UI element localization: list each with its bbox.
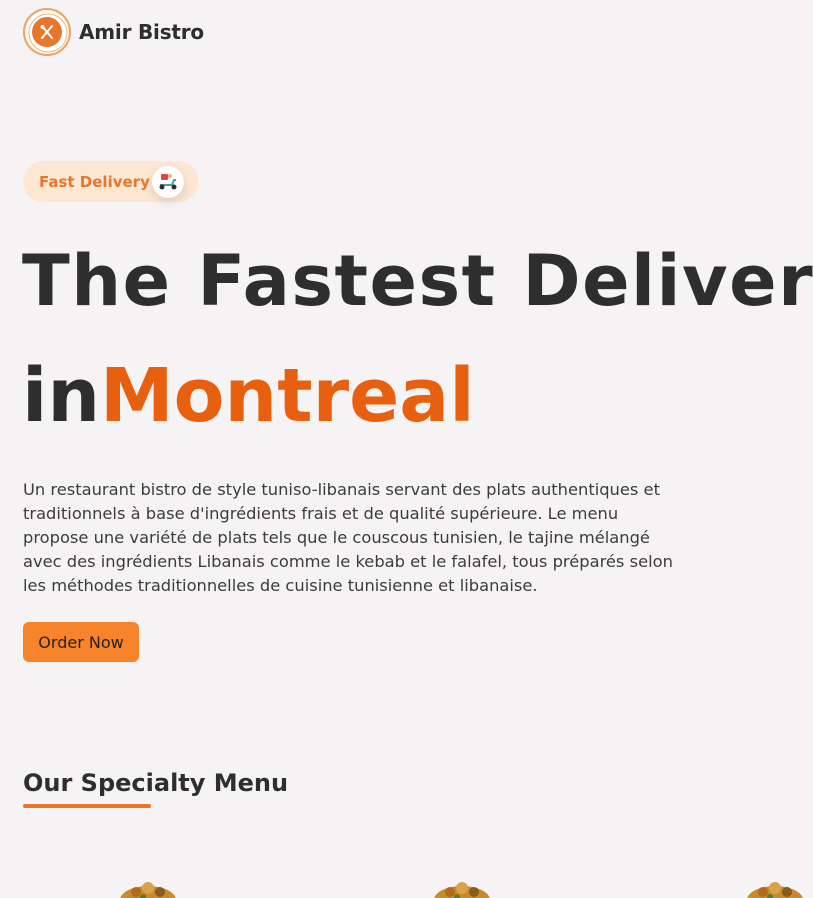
order-now-button[interactable]: Order Now <box>23 622 139 662</box>
brand-name[interactable]: Amir Bistro <box>79 20 204 44</box>
hero-headline-location: inMontreal <box>22 350 475 442</box>
specialty-menu-title: Our Specialty Menu <box>23 769 289 797</box>
headline-prefix: in <box>22 353 101 439</box>
badge-label: Fast Delivery <box>39 172 150 191</box>
dish-image[interactable] <box>745 870 805 898</box>
hero-headline: The Fastest Delivery <box>22 240 813 322</box>
dish-image[interactable] <box>118 870 178 898</box>
headline-city: Montreal <box>100 353 475 439</box>
scooter-icon <box>152 166 184 198</box>
header: Amir Bistro <box>23 8 204 56</box>
logo-ring <box>28 13 68 53</box>
hero-description: Un restaurant bistro de style tuniso-lib… <box>23 480 673 595</box>
title-underline <box>23 804 151 808</box>
logo[interactable] <box>23 8 71 56</box>
page: Amir Bistro Fast Delivery The Fastest De… <box>0 0 813 898</box>
dish-image[interactable] <box>432 870 492 898</box>
fast-delivery-badge: Fast Delivery <box>23 161 199 202</box>
